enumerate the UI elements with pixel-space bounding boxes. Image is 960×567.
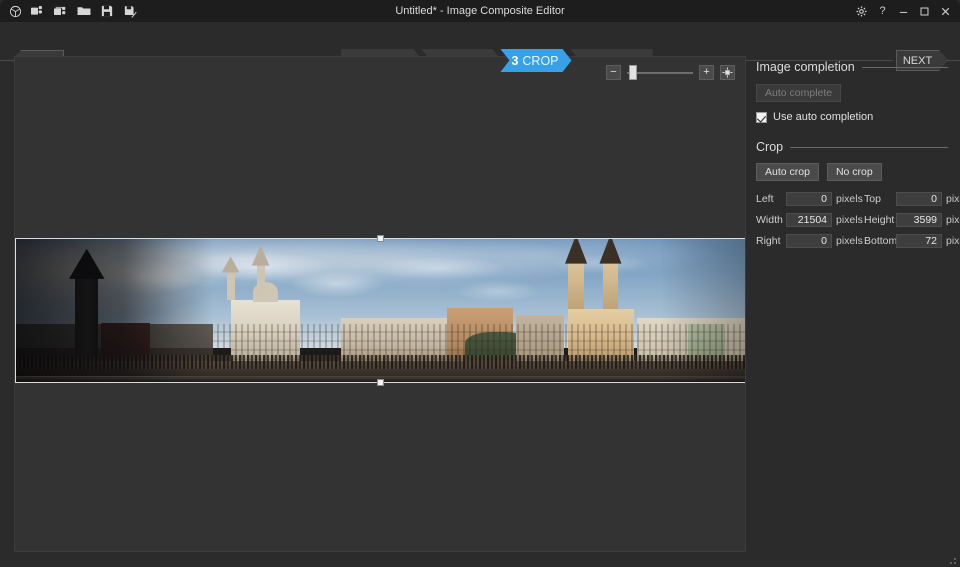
zoom-slider-handle[interactable] [629, 65, 637, 80]
minimize-button[interactable] [893, 1, 914, 21]
crop-left-unit: pixels [836, 193, 863, 205]
panorama-render [15, 238, 745, 383]
crop-height-label: Height [864, 214, 895, 226]
crop-top-label: Top [864, 193, 881, 205]
heading-rule [861, 66, 948, 68]
crop-buttons: Auto crop No crop [756, 163, 948, 181]
use-auto-completion-row[interactable]: Use auto completion [756, 111, 948, 123]
save-as-icon[interactable] [120, 1, 140, 21]
crop-title: Crop [756, 140, 784, 154]
use-auto-completion-label: Use auto completion [773, 111, 874, 123]
fit-to-window-icon[interactable] [720, 65, 735, 80]
step-crop[interactable]: 3 CROP [500, 49, 571, 72]
crop-top-unit: pixels [946, 193, 960, 205]
close-button[interactable] [935, 1, 956, 21]
auto-complete-button[interactable]: Auto complete [756, 84, 842, 102]
crop-width-label: Width [756, 214, 783, 226]
crop-height-unit: pixels [946, 214, 960, 226]
image-composite-editor-window: Untitled* - Image Composite Editor ? 3 C… [0, 0, 960, 567]
use-auto-completion-checkbox[interactable] [756, 111, 767, 123]
open-folder-icon[interactable] [74, 1, 94, 21]
crop-right-label: Right [756, 235, 781, 247]
step-crop-label: CROP [522, 53, 559, 68]
crop-width-unit: pixels [836, 214, 863, 226]
crop-right-unit: pixels [836, 235, 863, 247]
rule-right [946, 60, 960, 61]
add-images-icon[interactable] [28, 1, 48, 21]
window-resize-grip[interactable] [946, 554, 956, 564]
vignette [15, 238, 745, 383]
image-completion-title: Image completion [756, 60, 855, 74]
help-icon[interactable]: ? [872, 1, 893, 21]
crop-bottom-unit: pixels [946, 235, 960, 247]
crop-left-input[interactable]: 0 [786, 192, 832, 206]
crop-height-input[interactable]: 3599 [896, 213, 942, 227]
title-bar: Untitled* - Image Composite Editor ? [0, 0, 960, 22]
settings-gear-icon[interactable] [851, 1, 872, 21]
maximize-button[interactable] [914, 1, 935, 21]
step-crop-number: 3 [511, 53, 519, 68]
panorama-image [15, 238, 745, 383]
crop-left-label: Left [756, 193, 774, 205]
zoom-slider[interactable] [627, 65, 693, 80]
zoom-out-button[interactable]: − [606, 65, 621, 80]
crop-right-input[interactable]: 0 [786, 234, 832, 248]
window-title: Untitled* - Image Composite Editor [395, 5, 565, 17]
crop-heading: Crop [756, 140, 948, 154]
zoom-in-button[interactable]: + [699, 65, 714, 80]
crop-fields-grid: Left 0 pixels Top 0 pixels Width 21504 p… [756, 192, 960, 248]
crop-heading-rule [790, 146, 948, 148]
zoom-controls: − + [606, 65, 735, 80]
image-completion-heading: Image completion [756, 60, 948, 74]
right-panel: Image completion Auto complete Use auto … [756, 60, 960, 248]
add-video-icon[interactable] [51, 1, 71, 21]
window-controls: ? [851, 0, 956, 22]
save-icon[interactable] [97, 1, 117, 21]
toolbar-icons [5, 0, 140, 22]
crop-bottom-label: Bottom [864, 235, 898, 247]
image-canvas[interactable]: − + [14, 56, 746, 552]
no-crop-button[interactable]: No crop [826, 163, 882, 181]
new-panorama-icon[interactable] [5, 1, 25, 21]
auto-crop-button[interactable]: Auto crop [756, 163, 819, 181]
crop-bottom-input[interactable]: 72 [896, 234, 942, 248]
crop-width-input[interactable]: 21504 [786, 213, 832, 227]
workflow-step-bar: BACK 1 IMPORT 2 STITCH 3 CROP 4 EXPORT N… [0, 22, 960, 72]
crop-top-input[interactable]: 0 [896, 192, 942, 206]
